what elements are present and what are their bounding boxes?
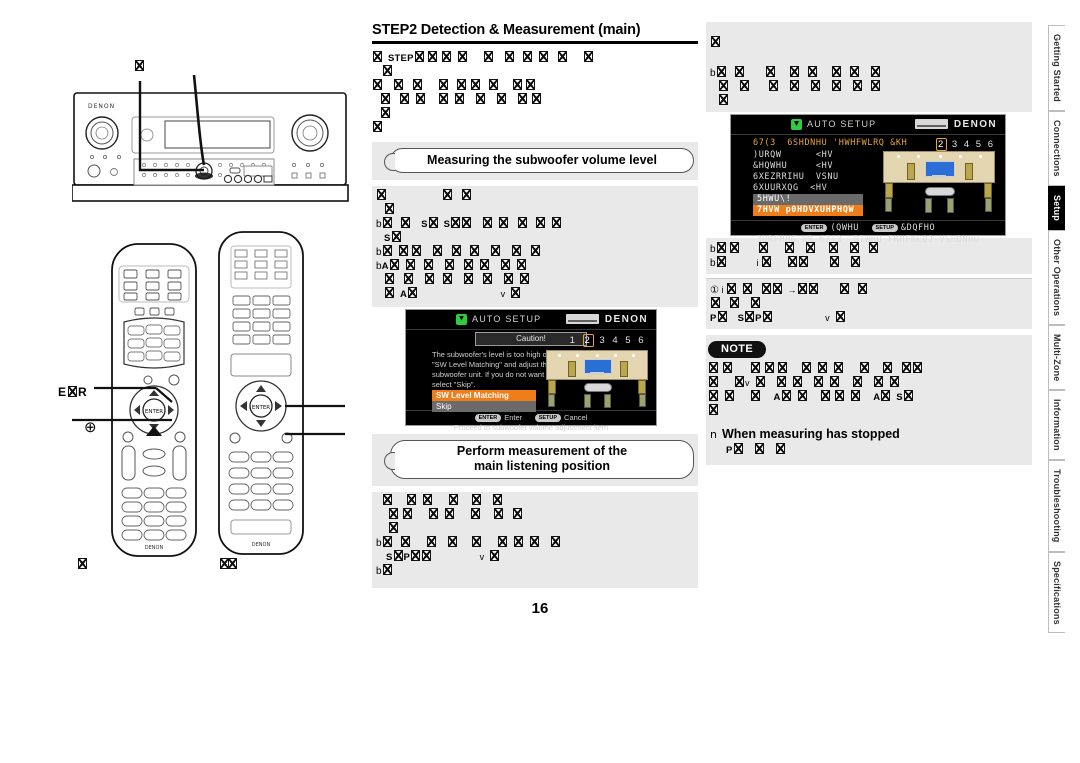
perform-line-2: main listening position	[473, 458, 611, 473]
remote-secondary-callout-leaders	[285, 404, 345, 436]
auto-setup-icon-2	[791, 119, 802, 130]
note-block: NOTE v A A S	[706, 335, 1032, 421]
tab-other-operations[interactable]: Other Operations	[1048, 229, 1065, 325]
svg-text:DENON: DENON	[88, 103, 115, 110]
note-badge: NOTE	[708, 341, 767, 358]
remote-control-secondary-illustration: ENTER DENON	[218, 231, 304, 555]
enter-label-post: R	[78, 385, 88, 399]
speaker-row: )URQW <HV	[753, 150, 834, 160]
audyssey-logo-2	[915, 119, 948, 129]
tab-information[interactable]: Information	[1048, 390, 1065, 461]
receiver-front-panel-illustration: DENON	[72, 75, 349, 202]
left-illustration-column: DENON ENTER DENON ENTER DENON E R ⊕	[0, 0, 368, 763]
osd2-brand: DENON	[953, 119, 997, 130]
footnote-marker-left	[78, 558, 87, 569]
osd2-menu[interactable]: 5HWU\! 7HVW p0HDVXUHPHQW	[753, 194, 863, 216]
perform-measurement-heading: Perform measurement of the main listenin…	[372, 433, 698, 486]
tab-setup[interactable]: Setup	[1048, 185, 1065, 230]
pill-tick-icon	[384, 152, 395, 171]
osd1-hint: Proceed to subwoofer volume adjustment i…	[453, 422, 609, 432]
when-stopped-title: When measuring has stopped	[721, 427, 900, 441]
osd1-enter-label: Enter	[504, 412, 523, 422]
right-top-text: b	[706, 22, 1032, 112]
tab-specifications[interactable]: Specifications	[1048, 551, 1065, 634]
osd2-header: AUTO SETUP DENON	[731, 115, 1005, 135]
intro-paragraph: STEP	[372, 50, 698, 135]
audyssey-logo	[566, 313, 599, 324]
svg-text:DENON: DENON	[145, 545, 164, 551]
osd1-header: AUTO SETUP DENON	[406, 310, 656, 330]
osd2-body: 67(3 6SHDNHU 'HWHFWLRQ &KH 2 3 4 5 6 )UR…	[731, 135, 1005, 220]
svg-text:ENTER: ENTER	[252, 405, 270, 411]
pill-tick-icon-2	[384, 451, 395, 470]
osd1-step-indicator: 1 2 3 4 5 6	[569, 333, 646, 347]
callout-marker-receiver	[135, 60, 144, 71]
enter-button-label: ER	[58, 385, 88, 399]
speaker-row: &HQWHU <HV	[753, 161, 834, 171]
osd2-step-indicator: 2 3 4 5 6	[936, 138, 995, 151]
tab-troubleshooting[interactable]: Troubleshooting	[1048, 460, 1065, 552]
when-stopped-heading: n When measuring has stopped	[710, 427, 1028, 441]
when-stopped-block: n When measuring has stopped P	[706, 421, 1032, 465]
subwoofer-section-heading: Measuring the subwoofer volume level	[372, 141, 698, 180]
section-title-rule	[372, 41, 698, 44]
middle-text-column: STEP2 Detection & Measurement (main) STE…	[372, 22, 698, 588]
perform-line-1: Perform measurement of the	[456, 443, 628, 458]
right-procedure-text: ① i → P SP v	[706, 278, 1032, 329]
osd2-room-diagram	[883, 151, 995, 213]
footnote-marker-right-b	[228, 558, 237, 569]
tab-multi-zone[interactable]: Multi-Zone	[1048, 324, 1065, 391]
enter-label-pre: E	[58, 385, 68, 399]
osd2-cancel-label: &DQFHO	[900, 223, 936, 233]
osd2-title: AUTO SETUP	[807, 119, 877, 129]
osd1-room-diagram	[546, 349, 648, 408]
subwoofer-heading-label: Measuring the subwoofer volume level	[390, 147, 694, 173]
setup-keycap-icon: SETUP	[534, 413, 562, 422]
right-text-column: b AUTO SETUP DENON 67(3 6SHDNHU 'HWHFWLR…	[706, 22, 1032, 465]
osd2-enter-label: (QWHU	[830, 223, 860, 233]
osd1-brand: DENON	[604, 313, 648, 325]
osd1-body: Caution! 1 2 3 4 5 6 The subwoofer's lev…	[406, 331, 656, 412]
osd1-footer: ENTER Enter SETUP Cancel Proceed to subwoo…	[406, 409, 656, 435]
setup-keycap-icon-2: SETUP	[871, 224, 898, 232]
svg-text:DENON: DENON	[252, 542, 271, 548]
note-bullet-icon: n	[710, 428, 717, 441]
perform-measurement-label: Perform measurement of the main listenin…	[390, 439, 694, 479]
tab-connections[interactable]: Connections	[1048, 111, 1065, 186]
menu-item-skip[interactable]: Skip	[432, 400, 536, 412]
perform-body-text: b SP v b	[372, 491, 698, 588]
page-number: 16	[531, 600, 549, 617]
enter-keycap-icon: ENTER	[474, 413, 502, 422]
subwoofer-body-text: b S S S b bA A v	[372, 185, 698, 307]
osd-screen-speaker-detection: AUTO SETUP DENON 67(3 6SHDNHU 'HWHFWLRQ …	[730, 114, 1006, 245]
menu-item-retry[interactable]: 5HWU\!	[753, 194, 863, 205]
menu-item-test-measurement[interactable]: 7HVW p0HDVXUHPHQW	[753, 205, 863, 216]
section-tab-strip[interactable]: Getting Started Connections Setup Other …	[1048, 25, 1080, 634]
manual-page: DENON ENTER DENON ENTER DENON E R ⊕ STEP…	[0, 0, 1080, 763]
auto-setup-icon	[456, 313, 467, 325]
speaker-row: 6XUURXQG <HV	[753, 183, 828, 193]
tab-getting-started[interactable]: Getting Started	[1048, 25, 1065, 112]
osd-screen-subwoofer-caution: AUTO SETUP DENON Caution! 1 2 3 4 5 6 Th…	[405, 308, 657, 432]
osd1-menu[interactable]: SW Level Matching Skip	[432, 389, 536, 412]
menu-item-sw-level-matching[interactable]: SW Level Matching	[432, 389, 536, 401]
cursor-button-symbol: ⊕	[84, 419, 97, 436]
tofu-glyph	[68, 386, 78, 397]
note-body-text: v A A S	[708, 362, 1028, 418]
osd1-title: AUTO SETUP	[472, 313, 542, 324]
speaker-row: 6XEZRRIHU VSNU	[753, 172, 839, 182]
osd1-cancel-label: Cancel	[564, 412, 588, 422]
section-title: STEP2 Detection & Measurement (main)	[372, 22, 641, 38]
enter-keycap-icon-2: ENTER	[800, 224, 828, 232]
osd2-active-step: 2	[936, 138, 948, 151]
osd1-active-step: 2	[582, 333, 595, 347]
